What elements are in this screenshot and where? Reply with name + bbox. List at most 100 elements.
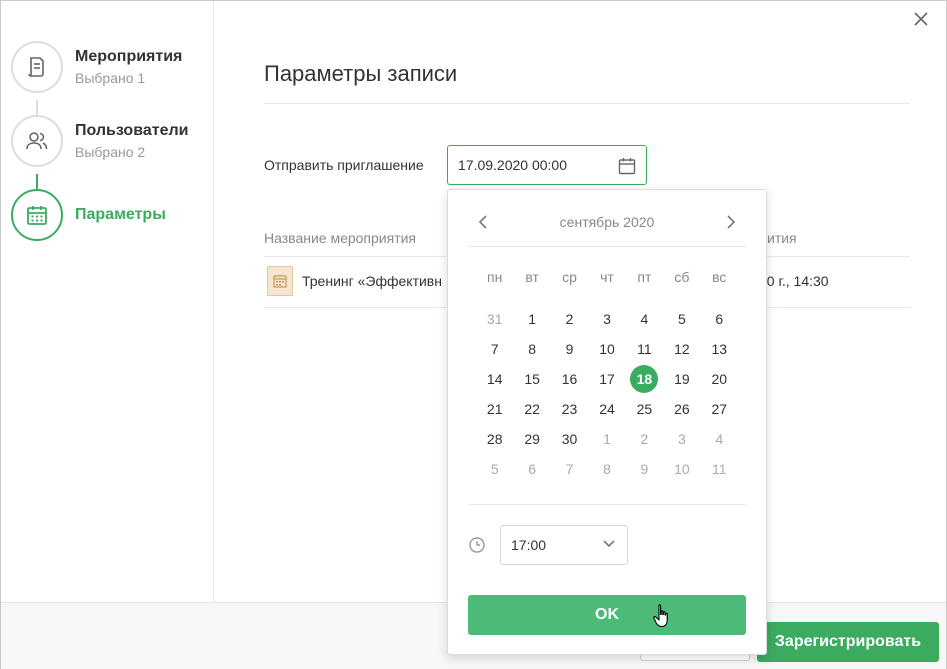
calendar-day[interactable]: 6	[701, 304, 738, 334]
calendar-day[interactable]: 21	[476, 394, 513, 424]
calendar-day[interactable]: 4	[626, 304, 663, 334]
register-button[interactable]: Зарегистрировать	[757, 622, 939, 662]
calendar-day-label: 25	[636, 401, 653, 417]
page-title: Параметры записи	[264, 61, 458, 86]
step-parameters[interactable]: Параметры	[11, 189, 166, 241]
calendar-day[interactable]: 20	[701, 364, 738, 394]
calendar-day[interactable]: 1	[513, 304, 550, 334]
weekday-label: пт	[637, 269, 652, 285]
step-users-subtitle: Выбрано 2	[75, 144, 146, 160]
calendar-day[interactable]: 30	[551, 424, 588, 454]
calendar-day[interactable]: 23	[551, 394, 588, 424]
calendar-day[interactable]: 7	[476, 334, 513, 364]
event-date: 20 г., 14:30	[759, 273, 829, 289]
calendar-day[interactable]: 3	[588, 304, 625, 334]
calendar-day-label: 5	[677, 311, 686, 327]
column-header-date: ития	[767, 230, 797, 246]
invite-label: Отправить приглашение	[264, 157, 424, 173]
calendar-day[interactable]: 28	[476, 424, 513, 454]
calendar-day-label: 31	[486, 311, 503, 327]
calendar-day-label: 1	[603, 431, 611, 447]
month-label: сентябрь 2020	[559, 214, 655, 230]
calendar-day[interactable]: 9	[626, 454, 663, 484]
calendar-day[interactable]: 3	[663, 424, 700, 454]
calendar-day-selected[interactable]: 18	[626, 364, 663, 394]
event-name: Тренинг «Эффективн	[302, 273, 442, 289]
clock-icon	[469, 537, 485, 553]
calendar-day-label: 15	[524, 371, 540, 387]
chevron-right-icon	[727, 215, 736, 229]
date-picker-popup: сентябрь 2020 пн вт ср чт пт сб вс 31 1 2 3…	[447, 189, 767, 655]
calendar-navigation: сентябрь 2020	[468, 200, 746, 244]
calendar-day-label: 23	[561, 401, 578, 417]
calendar-header-divider	[468, 246, 746, 247]
calendar-day[interactable]: 26	[663, 394, 700, 424]
calendar-days-grid: 31 1 2 3 4 5 6 7 8 9 10 11 12 13 14 15 16 17 18 19 20 21 22 23 2…	[476, 304, 738, 484]
next-month-button[interactable]	[716, 207, 746, 237]
calendar-day[interactable]: 11	[626, 334, 663, 364]
calendar-day[interactable]: 13	[701, 334, 738, 364]
step-users[interactable]: Пользователи Выбрано 2	[11, 115, 188, 167]
calendar-day-label: 8	[603, 461, 611, 477]
calendar-day[interactable]: 2	[551, 304, 588, 334]
calendar-day[interactable]: 17	[588, 364, 625, 394]
calendar-day-label: 2	[565, 311, 574, 327]
calendar-day[interactable]: 19	[663, 364, 700, 394]
weekday-label: чт	[600, 269, 614, 285]
calendar-day[interactable]: 6	[513, 454, 550, 484]
step-connector	[36, 100, 38, 115]
calendar-day[interactable]: 8	[588, 454, 625, 484]
calendar-day[interactable]: 25	[626, 394, 663, 424]
calendar-day-label: 5	[490, 461, 499, 477]
calendar-day[interactable]: 15	[513, 364, 550, 394]
calendar-day[interactable]: 12	[663, 334, 700, 364]
weekday-label: вс	[712, 269, 727, 285]
calendar-day-label: 9	[565, 341, 574, 357]
calendar-day-label: 26	[674, 401, 690, 417]
calendar-day[interactable]: 7	[551, 454, 588, 484]
calendar-day[interactable]: 14	[476, 364, 513, 394]
users-icon	[26, 132, 48, 150]
ok-button[interactable]: OK	[468, 595, 746, 635]
dialog-window: Мероприятия Выбрано 1 Пользователи Выбра…	[0, 0, 947, 669]
step-events-subtitle: Выбрано 1	[75, 70, 146, 86]
weekday-row: пн вт ср чт пт сб вс	[476, 269, 738, 285]
calendar-day[interactable]: 1	[588, 424, 625, 454]
calendar-day[interactable]: 10	[663, 454, 700, 484]
prev-month-button[interactable]	[468, 207, 498, 237]
weekday-label: вт	[525, 269, 539, 285]
calendar-day-label: 11	[712, 461, 727, 477]
calendar-day-label: 21	[486, 401, 503, 417]
calendar-day[interactable]: 9	[551, 334, 588, 364]
calendar-day-label: 3	[603, 311, 611, 327]
calendar-day-label: 6	[715, 311, 724, 327]
calendar-day[interactable]: 27	[701, 394, 738, 424]
calendar-day[interactable]: 2	[626, 424, 663, 454]
calendar-day[interactable]: 29	[513, 424, 550, 454]
calendar-day-label: 1	[528, 311, 537, 327]
hand-cursor-icon	[653, 604, 668, 628]
calendar-day-label: 8	[528, 341, 537, 357]
calendar-day[interactable]: 24	[588, 394, 625, 424]
calendar-day[interactable]: 4	[701, 424, 738, 454]
step-events[interactable]: Мероприятия Выбрано 1	[11, 41, 182, 93]
calendar-day[interactable]: 31	[476, 304, 513, 334]
calendar-day-label: 29	[524, 431, 540, 447]
calendar-day[interactable]: 5	[663, 304, 700, 334]
calendar-day-label: 2	[640, 431, 649, 447]
calendar-day[interactable]: 16	[551, 364, 588, 394]
calendar-day[interactable]: 10	[588, 334, 625, 364]
calendar-day-label: 12	[674, 341, 690, 357]
calendar-day[interactable]: 11	[701, 454, 738, 484]
weekday-label: ср	[562, 269, 577, 285]
calendar-day-label: 17	[599, 371, 615, 387]
weekday-label: пн	[487, 269, 503, 285]
calendar-icon[interactable]	[618, 157, 636, 175]
calendar-day[interactable]: 5	[476, 454, 513, 484]
close-button[interactable]	[912, 10, 930, 28]
calendar-day[interactable]: 8	[513, 334, 550, 364]
column-header-event-name: Название мероприятия	[264, 230, 417, 246]
calendar-day[interactable]: 22	[513, 394, 550, 424]
invite-date-input[interactable]: 17.09.2020 00:00	[447, 145, 647, 185]
time-select[interactable]: 17:00	[500, 525, 628, 565]
